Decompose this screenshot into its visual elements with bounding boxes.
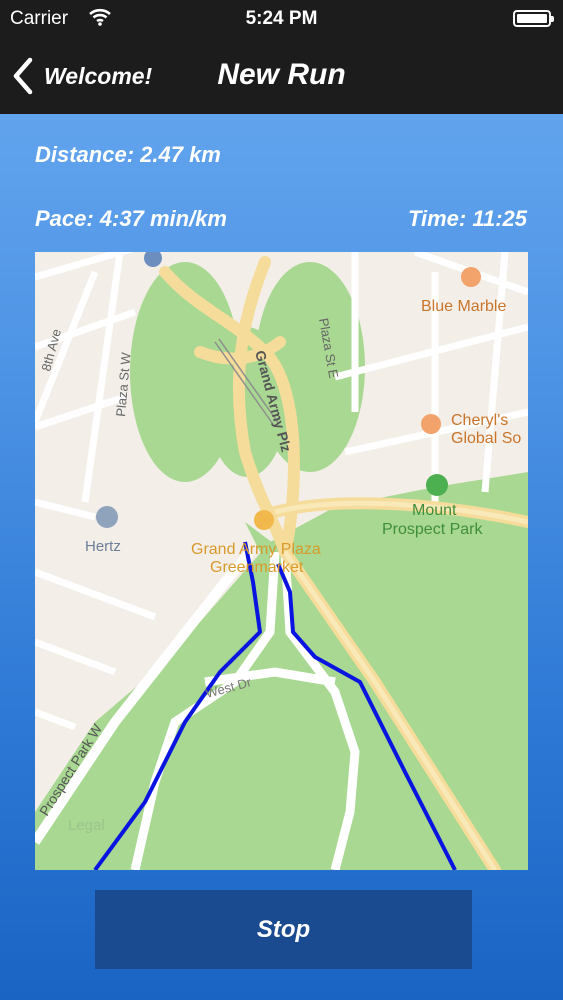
map-label-hertz: Hertz [85,538,121,555]
map-legal-link[interactable]: Legal [68,817,105,834]
status-time: 5:24 PM [245,8,318,29]
page-title: New Run [217,58,346,91]
time-label: Time: 11:25 [407,206,527,231]
cheryls-pin-icon [421,414,441,434]
greenmarket-pin-icon [254,510,274,530]
map-label-prospect-park: Prospect Park [382,521,483,538]
battery-icon [513,10,554,27]
map-label-cheryls-2: Global So [451,430,521,447]
map-label-blue-marble: Blue Marble [421,298,506,315]
status-bar: Carrier 5:24 PM [0,0,563,38]
stop-button[interactable]: Stop [95,890,472,969]
pace-label: Pace: 4:37 min/km [35,206,227,231]
map-label-cheryls-1: Cheryl's [451,412,508,429]
navigation-bar: Welcome! New Run [0,38,563,114]
map-label-grand-army-plaza: Grand Army Plaza [191,541,321,558]
route-map[interactable]: Blue Marble Cheryl's Global So Mount Pro… [35,252,528,870]
distance-label: Distance: 2.47 km [35,142,221,167]
map-label-mount: Mount [412,502,457,519]
blue-marble-pin-icon [461,267,481,287]
mount-prospect-park-pin-icon [426,474,448,496]
hertz-pin-icon [96,506,118,528]
map-label-greenmarket: Greenmarket [210,559,304,576]
screen: Carrier 5:24 PM Welcome! New Run Distanc… [0,0,563,1000]
